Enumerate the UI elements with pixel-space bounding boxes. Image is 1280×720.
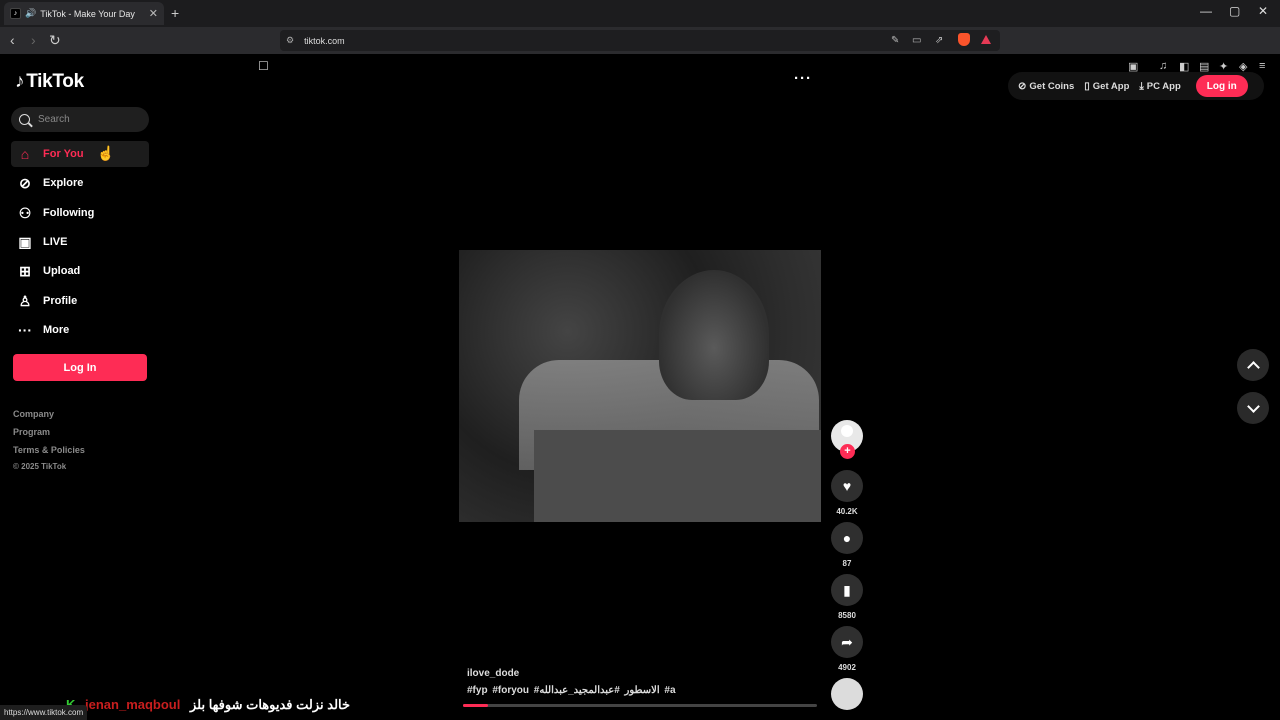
sidebar-item-upload[interactable]: ⊞ Upload [11, 258, 149, 284]
video-progress-fill [463, 704, 488, 707]
upload-icon: ⊞ [19, 262, 31, 279]
sidebar-item-following[interactable]: ⚇ Following [11, 200, 149, 226]
logo-text: TikTok [26, 71, 84, 92]
live-icon: ▣ [18, 233, 32, 250]
forward-icon[interactable]: › [31, 32, 36, 48]
sidebar-login-button[interactable]: Log In [13, 354, 147, 381]
sidebar-item-label: Upload [43, 265, 81, 277]
tiktok-logo[interactable]: ♪ TikTok [15, 71, 84, 93]
get-app-label: Get App [1092, 80, 1130, 92]
sidebar-item-label: LIVE [43, 236, 68, 248]
search-icon [19, 114, 30, 125]
share-arrow-icon: ➦ [841, 633, 853, 650]
save-button[interactable]: ▮ [831, 574, 863, 606]
tiktok-note-icon: ♪ [15, 71, 25, 92]
back-icon[interactable]: ‹ [10, 32, 15, 48]
video-player[interactable] [459, 250, 821, 522]
brave-rewards-icon[interactable] [981, 35, 991, 44]
sidebar-item-live[interactable]: ▣ LIVE [11, 229, 149, 255]
overlay-message: خالد نزلت فديوهات شوفها بلز [190, 697, 351, 712]
chevron-up-icon [1246, 360, 1260, 374]
share-button[interactable]: ➦ [831, 626, 863, 658]
browser-tab-bar: ♪ 🔊 TikTok - Make Your Day ✕ + — ▢ ✕ [0, 0, 1280, 27]
stream-overlay: K jenan_maqboul خالد نزلت فديوهات شوفها … [66, 697, 350, 713]
chevron-down-icon [1246, 399, 1260, 413]
new-tab-button[interactable]: + [171, 5, 179, 21]
video-progress-track[interactable] [463, 704, 817, 707]
mouse-cursor-icon: ☝ [97, 145, 115, 161]
speaker-icon[interactable]: 🔊 [25, 8, 36, 19]
previous-video-button[interactable] [1237, 349, 1269, 381]
pc-app-label: PC App [1146, 80, 1181, 92]
footer-program-link[interactable]: Program [13, 427, 50, 437]
sidebar-item-label: More [43, 324, 70, 336]
profile-icon: ♙ [18, 292, 32, 309]
sidebar-item-label: For You [43, 148, 84, 160]
cast-icon[interactable]: ▭ [912, 35, 921, 46]
avatar-head [841, 425, 853, 437]
save-count: 8580 [838, 611, 856, 620]
site-info-icon[interactable]: ⚙ [286, 35, 294, 46]
more-options-icon[interactable]: ··· [794, 70, 812, 87]
share-count: 4902 [838, 663, 856, 672]
video-object [534, 430, 821, 522]
browser-tab[interactable]: ♪ 🔊 TikTok - Make Your Day ✕ [4, 2, 164, 25]
url-text: tiktok.com [304, 35, 345, 46]
overlay-username: jenan_maqboul [85, 697, 181, 712]
tiktok-favicon-icon: ♪ [10, 8, 21, 19]
sidebar-item-profile[interactable]: ♙ Profile [11, 288, 149, 314]
comment-icon: ● [842, 530, 852, 546]
bookmark-icon[interactable]: ☐ [258, 59, 269, 73]
video-author[interactable]: ilove_dode [467, 668, 519, 679]
sidebar-item-label: Following [43, 207, 95, 219]
video-person [659, 270, 769, 400]
like-count: 40.2K [836, 507, 858, 516]
window-close-icon[interactable]: ✕ [1258, 4, 1268, 18]
status-url: https://www.tiktok.com [0, 705, 88, 720]
music-avatar[interactable] [831, 678, 863, 710]
heart-icon: ♥ [842, 478, 852, 494]
download-icon: ⤓ [1139, 80, 1144, 92]
tab-title: TikTok - Make Your Day [40, 8, 135, 19]
coin-icon: ⊘ [1018, 80, 1027, 92]
comment-button[interactable]: ● [831, 522, 863, 554]
footer-company-link[interactable]: Company [13, 409, 54, 419]
translate-icon[interactable]: ✎ [891, 35, 899, 46]
browser-toolbar: ‹ › ↻ ☐ ⚙ tiktok.com ✎ ▭ ⇗ ▣ ♫ ◧ ▤ ✦ ◈ ≡ [0, 27, 1280, 73]
more-icon: ··· [18, 322, 32, 338]
reload-icon[interactable]: ↻ [49, 32, 61, 49]
footer-copyright: © 2025 TikTok [13, 462, 67, 471]
follow-button[interactable]: + [840, 444, 855, 459]
get-coins-label: Get Coins [1029, 80, 1075, 92]
top-login-button[interactable]: Log in [1195, 75, 1248, 97]
phone-icon: ▯ [1084, 80, 1090, 92]
next-video-button[interactable] [1237, 392, 1269, 424]
following-icon: ⚇ [18, 204, 32, 221]
maximize-icon[interactable]: ▢ [1229, 4, 1240, 18]
music-icon[interactable]: ♫ [1159, 60, 1167, 72]
search-input[interactable]: Search [11, 107, 149, 132]
get-coins-button[interactable]: ⊘ Get Coins [1018, 81, 1074, 92]
sidebar-item-explore[interactable]: ⊘ Explore [11, 170, 149, 196]
compass-icon: ⊘ [19, 174, 31, 191]
menu-icon[interactable]: ≡ [1259, 60, 1265, 72]
brave-shield-icon[interactable] [958, 33, 970, 46]
video-hashtags[interactable]: #fyp #foryou #الاسطور #عبدالمجيد_عبدالله… [467, 685, 676, 696]
home-icon: ⌂ [20, 146, 30, 162]
comment-count: 87 [842, 559, 852, 568]
tab-close-icon[interactable]: ✕ [149, 7, 158, 20]
search-placeholder: Search [38, 114, 70, 125]
share-icon[interactable]: ⇗ [935, 35, 943, 46]
sidebar-item-for-you[interactable]: ⌂ For You [11, 141, 149, 167]
sidebar-item-more[interactable]: ··· More [11, 317, 149, 343]
minimize-icon[interactable]: — [1200, 4, 1212, 18]
like-button[interactable]: ♥ [831, 470, 863, 502]
top-actions: ⊘ Get Coins ▯ Get App ⤓ PC App Log in [1008, 72, 1264, 100]
bookmark-icon: ▮ [843, 581, 851, 598]
sidebar-item-label: Profile [43, 295, 78, 307]
footer-terms-link[interactable]: Terms & Policies [13, 445, 85, 455]
get-app-button[interactable]: ▯ Get App [1084, 81, 1129, 92]
sidebar-item-label: Explore [43, 177, 84, 189]
pc-app-button[interactable]: ⤓ PC App [1139, 81, 1180, 92]
